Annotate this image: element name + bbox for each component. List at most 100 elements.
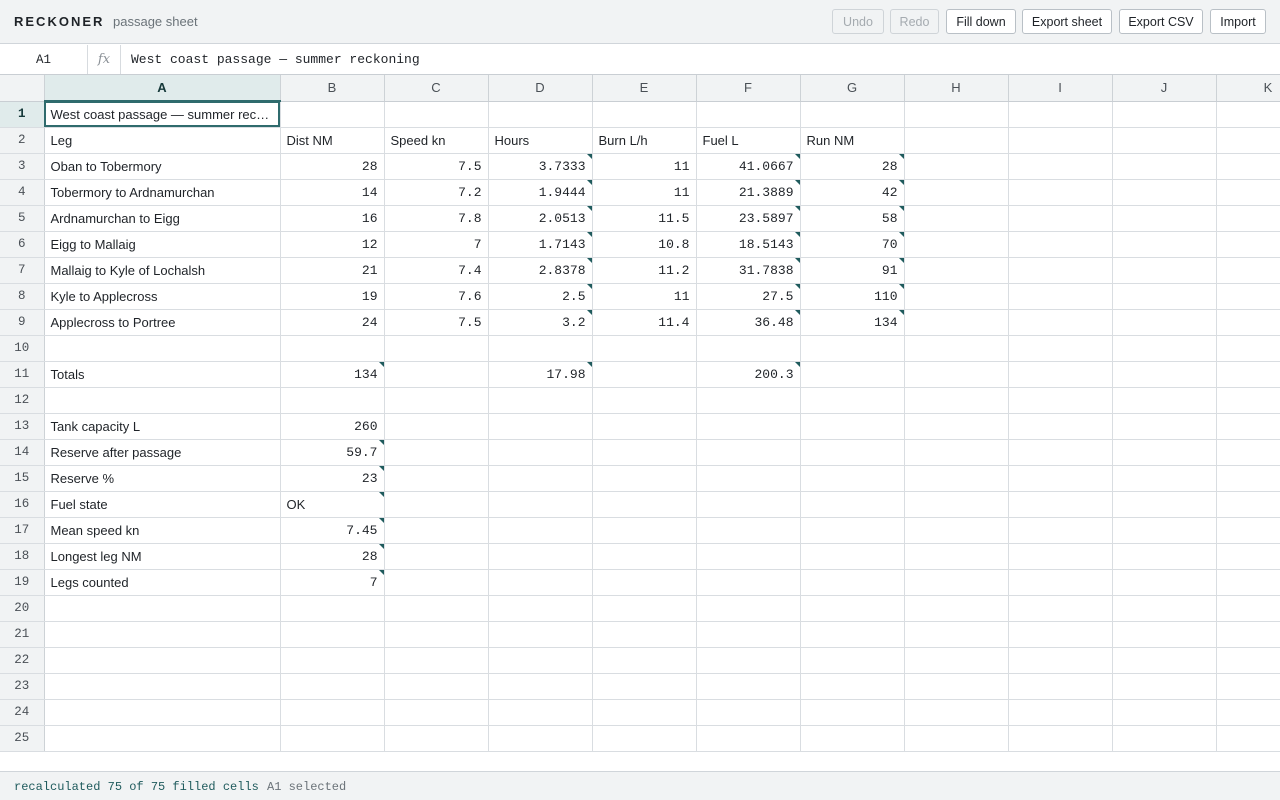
cell-f13[interactable] — [696, 413, 801, 440]
cell-i13[interactable] — [1008, 413, 1113, 440]
cell-b18[interactable]: 28 — [280, 543, 385, 570]
cell-g5[interactable]: 58 — [800, 205, 905, 232]
cell-i4[interactable] — [1008, 179, 1113, 206]
cell-f20[interactable] — [696, 595, 801, 622]
cell-i17[interactable] — [1008, 517, 1113, 544]
cell-c3[interactable]: 7.5 — [384, 153, 489, 180]
cell-i20[interactable] — [1008, 595, 1113, 622]
cell-e15[interactable] — [592, 465, 697, 492]
column-header-e[interactable]: E — [592, 75, 697, 102]
cell-j21[interactable] — [1112, 621, 1217, 648]
cell-a3[interactable]: Oban to Tobermory — [44, 153, 281, 180]
select-all-corner[interactable] — [0, 75, 45, 102]
cell-b7[interactable]: 21 — [280, 257, 385, 284]
cell-c14[interactable] — [384, 439, 489, 466]
cell-j3[interactable] — [1112, 153, 1217, 180]
cell-a11[interactable]: Totals — [44, 361, 281, 388]
cell-k3[interactable] — [1216, 153, 1280, 180]
row-header-6[interactable]: 6 — [0, 231, 45, 258]
row-header-3[interactable]: 3 — [0, 153, 45, 180]
cell-i5[interactable] — [1008, 205, 1113, 232]
cell-f9[interactable]: 36.48 — [696, 309, 801, 336]
cell-e3[interactable]: 11 — [592, 153, 697, 180]
cell-e12[interactable] — [592, 387, 697, 414]
redo-button[interactable]: Redo — [890, 9, 939, 34]
cell-e22[interactable] — [592, 647, 697, 674]
cell-f16[interactable] — [696, 491, 801, 518]
cell-h2[interactable] — [904, 127, 1009, 154]
cell-j10[interactable] — [1112, 335, 1217, 362]
cell-d23[interactable] — [488, 673, 593, 700]
cell-c16[interactable] — [384, 491, 489, 518]
cell-e17[interactable] — [592, 517, 697, 544]
row-header-1[interactable]: 1 — [0, 101, 45, 128]
row-header-4[interactable]: 4 — [0, 179, 45, 206]
cell-h23[interactable] — [904, 673, 1009, 700]
cell-f19[interactable] — [696, 569, 801, 596]
cell-g15[interactable] — [800, 465, 905, 492]
cell-k14[interactable] — [1216, 439, 1280, 466]
cell-d12[interactable] — [488, 387, 593, 414]
cell-j12[interactable] — [1112, 387, 1217, 414]
formula-input[interactable] — [121, 45, 1280, 74]
column-header-a[interactable]: A — [44, 75, 281, 102]
cell-b25[interactable] — [280, 725, 385, 752]
cell-b20[interactable] — [280, 595, 385, 622]
cell-g14[interactable] — [800, 439, 905, 466]
cell-c12[interactable] — [384, 387, 489, 414]
cell-k13[interactable] — [1216, 413, 1280, 440]
cell-f6[interactable]: 18.5143 — [696, 231, 801, 258]
cell-f10[interactable] — [696, 335, 801, 362]
cell-h19[interactable] — [904, 569, 1009, 596]
cell-d6[interactable]: 1.7143 — [488, 231, 593, 258]
cell-i15[interactable] — [1008, 465, 1113, 492]
cell-g23[interactable] — [800, 673, 905, 700]
cell-e25[interactable] — [592, 725, 697, 752]
cell-d8[interactable]: 2.5 — [488, 283, 593, 310]
cell-c5[interactable]: 7.8 — [384, 205, 489, 232]
cell-e11[interactable] — [592, 361, 697, 388]
row-header-19[interactable]: 19 — [0, 569, 45, 596]
cell-j25[interactable] — [1112, 725, 1217, 752]
cell-a18[interactable]: Longest leg NM — [44, 543, 281, 570]
cell-k10[interactable] — [1216, 335, 1280, 362]
fill-down-button[interactable]: Fill down — [946, 9, 1016, 34]
cell-k8[interactable] — [1216, 283, 1280, 310]
cell-f8[interactable]: 27.5 — [696, 283, 801, 310]
cell-d9[interactable]: 3.2 — [488, 309, 593, 336]
cell-i21[interactable] — [1008, 621, 1113, 648]
cell-a16[interactable]: Fuel state — [44, 491, 281, 518]
cell-e6[interactable]: 10.8 — [592, 231, 697, 258]
cell-a8[interactable]: Kyle to Applecross — [44, 283, 281, 310]
cell-j7[interactable] — [1112, 257, 1217, 284]
cell-f4[interactable]: 21.3889 — [696, 179, 801, 206]
cell-e13[interactable] — [592, 413, 697, 440]
import-button[interactable]: Import — [1210, 9, 1266, 34]
cell-k1[interactable] — [1216, 101, 1280, 128]
cell-c10[interactable] — [384, 335, 489, 362]
cell-f25[interactable] — [696, 725, 801, 752]
cell-g11[interactable] — [800, 361, 905, 388]
row-header-2[interactable]: 2 — [0, 127, 45, 154]
cell-b6[interactable]: 12 — [280, 231, 385, 258]
cell-h20[interactable] — [904, 595, 1009, 622]
cell-c9[interactable]: 7.5 — [384, 309, 489, 336]
cell-d25[interactable] — [488, 725, 593, 752]
cell-e23[interactable] — [592, 673, 697, 700]
cell-b4[interactable]: 14 — [280, 179, 385, 206]
cell-g22[interactable] — [800, 647, 905, 674]
cell-b2[interactable]: Dist NM — [280, 127, 385, 154]
cell-j8[interactable] — [1112, 283, 1217, 310]
cell-h13[interactable] — [904, 413, 1009, 440]
cell-c20[interactable] — [384, 595, 489, 622]
cell-c18[interactable] — [384, 543, 489, 570]
cell-k25[interactable] — [1216, 725, 1280, 752]
column-header-k[interactable]: K — [1216, 75, 1280, 102]
cell-g12[interactable] — [800, 387, 905, 414]
cell-g24[interactable] — [800, 699, 905, 726]
cell-a7[interactable]: Mallaig to Kyle of Lochalsh — [44, 257, 281, 284]
cell-b8[interactable]: 19 — [280, 283, 385, 310]
cell-g2[interactable]: Run NM — [800, 127, 905, 154]
row-header-5[interactable]: 5 — [0, 205, 45, 232]
cell-j23[interactable] — [1112, 673, 1217, 700]
